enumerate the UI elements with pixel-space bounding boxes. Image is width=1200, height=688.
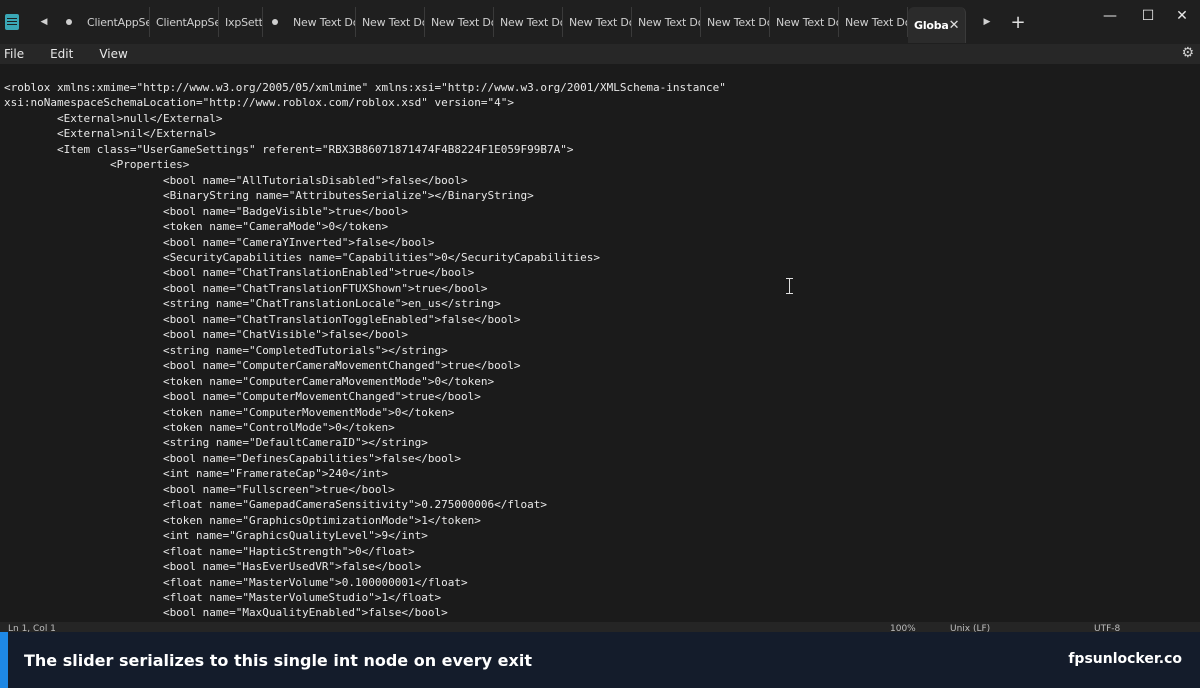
status-bar: Ln 1, Col 1 100% Unix (LF) UTF-8 [0, 622, 1200, 632]
tab-6[interactable]: New Text Do [494, 7, 563, 37]
unsaved-dot-icon [263, 7, 287, 37]
menu-bar: File Edit View ⚙ [0, 44, 1200, 64]
tab-11[interactable]: New Text Do [839, 7, 908, 37]
text-editor[interactable]: <roblox xmlns:xmime="http://www.w3.org/2… [0, 64, 1200, 622]
line-ending[interactable]: Unix (LF) [950, 624, 990, 632]
tab-10[interactable]: New Text Do [770, 7, 839, 37]
caption-text: The slider serializes to this single int… [24, 650, 532, 670]
scroll-tabs-right-icon[interactable]: ▶ [974, 7, 1000, 37]
menu-edit[interactable]: Edit [46, 47, 77, 61]
text-cursor-icon [786, 278, 793, 294]
tab-3[interactable]: New Text Do [287, 7, 356, 37]
settings-gear-icon[interactable]: ⚙ [1181, 45, 1194, 61]
tab-0[interactable]: ClientAppSe [81, 7, 150, 37]
title-bar: ◀ ClientAppSe ClientAppSe IxpSett New Te… [0, 0, 1200, 44]
tab-5[interactable]: New Text Do [425, 7, 494, 37]
tab-2[interactable]: IxpSett [219, 7, 263, 37]
caption-banner: The slider serializes to this single int… [0, 632, 1200, 688]
scroll-tabs-left-icon[interactable]: ◀ [31, 7, 57, 37]
menu-file[interactable]: File [0, 47, 28, 61]
tab-9[interactable]: New Text Do [701, 7, 770, 37]
tab-4[interactable]: New Text Do [356, 7, 425, 37]
unsaved-dot-icon [57, 7, 81, 37]
zoom-level[interactable]: 100% [890, 624, 916, 632]
tab-1[interactable]: ClientAppSe [150, 7, 219, 37]
encoding[interactable]: UTF-8 [1094, 624, 1120, 632]
new-tab-button[interactable]: + [1000, 12, 1036, 33]
active-tab-label: Globa [914, 18, 949, 32]
document-text[interactable]: <roblox xmlns:xmime="http://www.w3.org/2… [4, 80, 726, 621]
close-window-button[interactable]: ✕ [1160, 0, 1200, 32]
tab-7[interactable]: New Text Do [563, 7, 632, 37]
tab-active[interactable]: Globa ✕ [908, 7, 966, 43]
cursor-position[interactable]: Ln 1, Col 1 [8, 624, 56, 632]
caption-site: fpsunlocker.co [1068, 651, 1182, 667]
close-tab-icon[interactable]: ✕ [949, 18, 960, 33]
notepad-app-icon [5, 14, 19, 30]
tab-8[interactable]: New Text Do [632, 7, 701, 37]
caption-accent-bar [0, 632, 8, 688]
menu-view[interactable]: View [95, 47, 131, 61]
